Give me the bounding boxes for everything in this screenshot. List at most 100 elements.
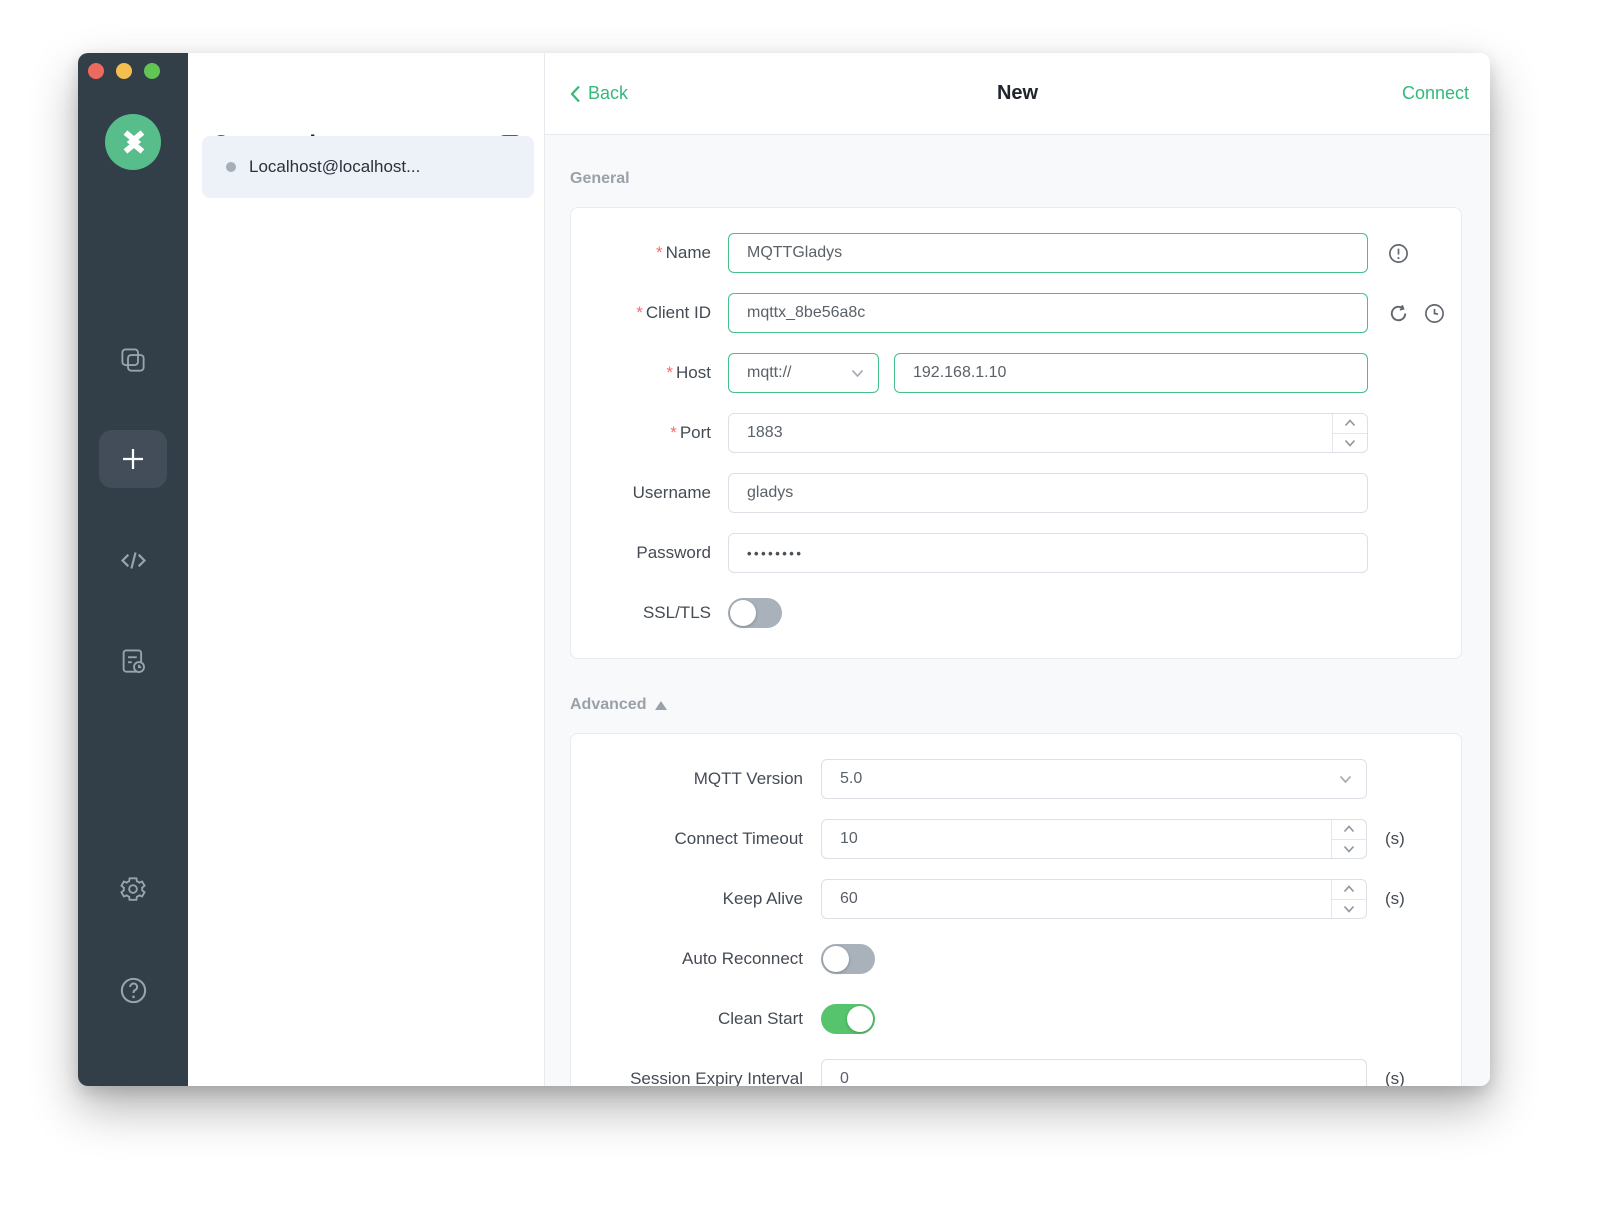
connect-timeout-decrement-button[interactable] [1332, 840, 1366, 859]
connect-timeout-stepper [821, 819, 1367, 859]
chevron-up-icon [1344, 419, 1356, 427]
session-expiry-input[interactable] [821, 1059, 1367, 1086]
help-icon [118, 975, 149, 1006]
chevron-down-icon [851, 369, 864, 378]
connect-timeout-input[interactable] [821, 819, 1367, 859]
session-expiry-label: Session Expiry Interval [571, 1069, 803, 1086]
sidebar-item-script[interactable] [78, 545, 188, 576]
connect-timeout-field-row: Connect Timeout [571, 809, 1461, 869]
window-controls [88, 63, 160, 79]
collapse-up-icon [655, 701, 667, 710]
info-circle-icon [1388, 243, 1409, 264]
password-label: Password [571, 543, 711, 563]
back-button-label: Back [588, 83, 628, 104]
mqttx-window: Connections Localhost@localhost... Back … [78, 53, 1490, 1086]
name-label: *Name [571, 243, 711, 263]
clean-start-label: Clean Start [571, 1009, 803, 1029]
chevron-down-icon [1344, 439, 1356, 447]
port-increment-button[interactable] [1333, 414, 1367, 434]
ssl-tls-field-row: SSL/TLS [571, 583, 1461, 643]
chevron-down-icon [1343, 905, 1355, 913]
name-info-icon[interactable] [1388, 243, 1409, 264]
username-field-row: Username [571, 463, 1461, 523]
plus-icon [117, 443, 149, 475]
name-field-row: *Name [571, 223, 1461, 283]
connection-list-item[interactable]: Localhost@localhost... [202, 136, 534, 198]
regenerate-client-id-button[interactable] [1388, 303, 1409, 324]
keep-alive-input[interactable] [821, 879, 1367, 919]
sidebar-item-new-connection[interactable] [99, 430, 167, 488]
auto-reconnect-label: Auto Reconnect [571, 949, 803, 969]
username-label: Username [571, 483, 711, 503]
mqttx-logo-icon [116, 125, 150, 159]
client-id-history-button[interactable] [1424, 303, 1445, 324]
host-input[interactable] [894, 353, 1368, 393]
advanced-section-text: Advanced [570, 696, 646, 714]
mqttx-logo [105, 114, 161, 170]
required-mark: * [636, 303, 643, 322]
connect-button[interactable]: Connect [1402, 83, 1469, 104]
auto-reconnect-toggle[interactable] [821, 944, 875, 974]
session-expiry-unit: (s) [1385, 1069, 1405, 1086]
auto-reconnect-field-row: Auto Reconnect [571, 929, 1461, 989]
clock-icon [1424, 303, 1445, 324]
chevron-up-icon [1343, 825, 1355, 833]
keep-alive-unit: (s) [1385, 889, 1405, 909]
minimize-window-button[interactable] [116, 63, 132, 79]
host-protocol-value: mqtt:// [747, 364, 791, 382]
chevron-down-icon [1343, 845, 1355, 853]
client-id-label: *Client ID [571, 303, 711, 323]
page-title: New [997, 82, 1038, 105]
sidebar-item-log[interactable] [78, 646, 188, 676]
session-expiry-stepper [821, 1059, 1367, 1086]
connection-name: Localhost@localhost... [249, 157, 420, 177]
keep-alive-field-row: Keep Alive [571, 869, 1461, 929]
connections-panel: Connections Localhost@localhost... [188, 53, 545, 1086]
chevron-down-icon [1339, 775, 1352, 784]
nav-sidebar [78, 53, 188, 1086]
ssl-tls-toggle[interactable] [728, 598, 782, 628]
sidebar-item-connections[interactable] [78, 345, 188, 375]
chevron-left-icon [570, 85, 581, 103]
password-input[interactable] [728, 533, 1368, 573]
clean-start-field-row: Clean Start [571, 989, 1461, 1049]
general-section-text: General [570, 170, 630, 188]
back-button[interactable]: Back [570, 83, 628, 104]
password-field-row: Password [571, 523, 1461, 583]
ssl-tls-label: SSL/TLS [571, 603, 711, 623]
main-panel: Back New Connect General *Name [545, 53, 1490, 1086]
general-card: *Name [570, 207, 1462, 659]
host-field-row: *Host mqtt:// [571, 343, 1461, 403]
keep-alive-increment-button[interactable] [1332, 880, 1366, 900]
name-input[interactable] [728, 233, 1368, 273]
keep-alive-decrement-button[interactable] [1332, 900, 1366, 919]
log-icon [118, 646, 148, 676]
port-input[interactable] [728, 413, 1368, 453]
port-label: *Port [571, 423, 711, 443]
advanced-section-label[interactable]: Advanced [570, 696, 1462, 714]
required-mark: * [666, 363, 673, 382]
host-protocol-select[interactable]: mqtt:// [728, 353, 879, 393]
connection-status-dot [226, 162, 236, 172]
mqtt-version-select[interactable]: 5.0 [821, 759, 1367, 799]
zoom-window-button[interactable] [144, 63, 160, 79]
port-decrement-button[interactable] [1333, 434, 1367, 453]
refresh-icon [1388, 303, 1409, 324]
main-header: Back New Connect [545, 53, 1490, 135]
client-id-input[interactable] [728, 293, 1368, 333]
required-mark: * [656, 243, 663, 262]
form-body: General *Name [545, 135, 1490, 1086]
sidebar-item-help[interactable] [78, 975, 188, 1006]
sidebar-item-settings[interactable] [78, 874, 188, 904]
connections-icon [118, 345, 148, 375]
connect-timeout-increment-button[interactable] [1332, 820, 1366, 840]
general-section-label: General [570, 170, 1462, 188]
close-window-button[interactable] [88, 63, 104, 79]
connect-timeout-unit: (s) [1385, 829, 1405, 849]
clean-start-toggle[interactable] [821, 1004, 875, 1034]
username-input[interactable] [728, 473, 1368, 513]
mqtt-version-value: 5.0 [840, 770, 862, 788]
keep-alive-stepper [821, 879, 1367, 919]
host-label: *Host [571, 363, 711, 383]
client-id-field-row: *Client ID [571, 283, 1461, 343]
